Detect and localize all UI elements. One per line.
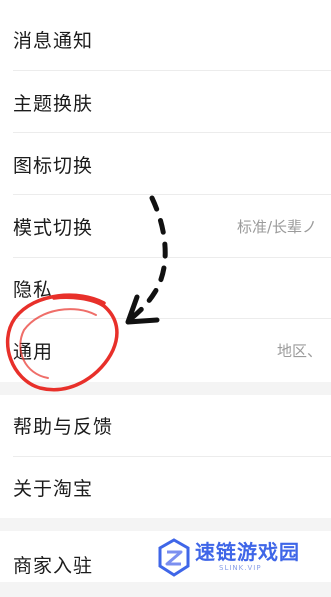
watermark-logo-icon [158, 538, 190, 577]
settings-item-value: 地区、 [277, 342, 323, 360]
watermark: 速链游戏园 SLINK.VIP [155, 534, 331, 582]
watermark-title: 速链游戏园 [195, 540, 300, 564]
settings-item-mode-switch[interactable]: 模式切换 标准/长辈ノ [0, 195, 331, 257]
settings-item-theme[interactable]: 主题换肤 [0, 71, 331, 133]
settings-item-label: 隐私 [13, 278, 54, 301]
settings-item-about[interactable]: 关于淘宝 [0, 457, 331, 518]
settings-group-main: 消息通知 主题换肤 图标切换 模式切换 标准/长辈ノ 隐私 通用 地区、 [0, 0, 331, 382]
settings-item-label: 帮助与反馈 [13, 416, 114, 438]
settings-item-notifications[interactable]: 消息通知 [0, 8, 331, 70]
watermark-subtitle: SLINK.VIP [219, 564, 262, 572]
settings-group-help: 帮助与反馈 关于淘宝 [0, 395, 331, 518]
settings-item-label: 关于淘宝 [13, 478, 94, 500]
settings-item-help-feedback[interactable]: 帮助与反馈 [0, 395, 331, 456]
settings-item-privacy[interactable]: 隐私 [0, 258, 331, 318]
settings-item-label: 消息通知 [13, 29, 94, 52]
settings-item-icon-switch[interactable]: 图标切换 [0, 133, 331, 195]
settings-item-label: 通用 [13, 341, 54, 363]
settings-item-label: 商家入驻 [13, 554, 94, 577]
settings-item-label: 图标切换 [13, 154, 94, 177]
settings-item-general[interactable]: 通用 地区、 [0, 319, 331, 382]
settings-item-label: 模式切换 [13, 216, 94, 239]
settings-item-value: 标准/长辈ノ [237, 217, 318, 236]
settings-item-label: 主题换肤 [13, 92, 94, 115]
